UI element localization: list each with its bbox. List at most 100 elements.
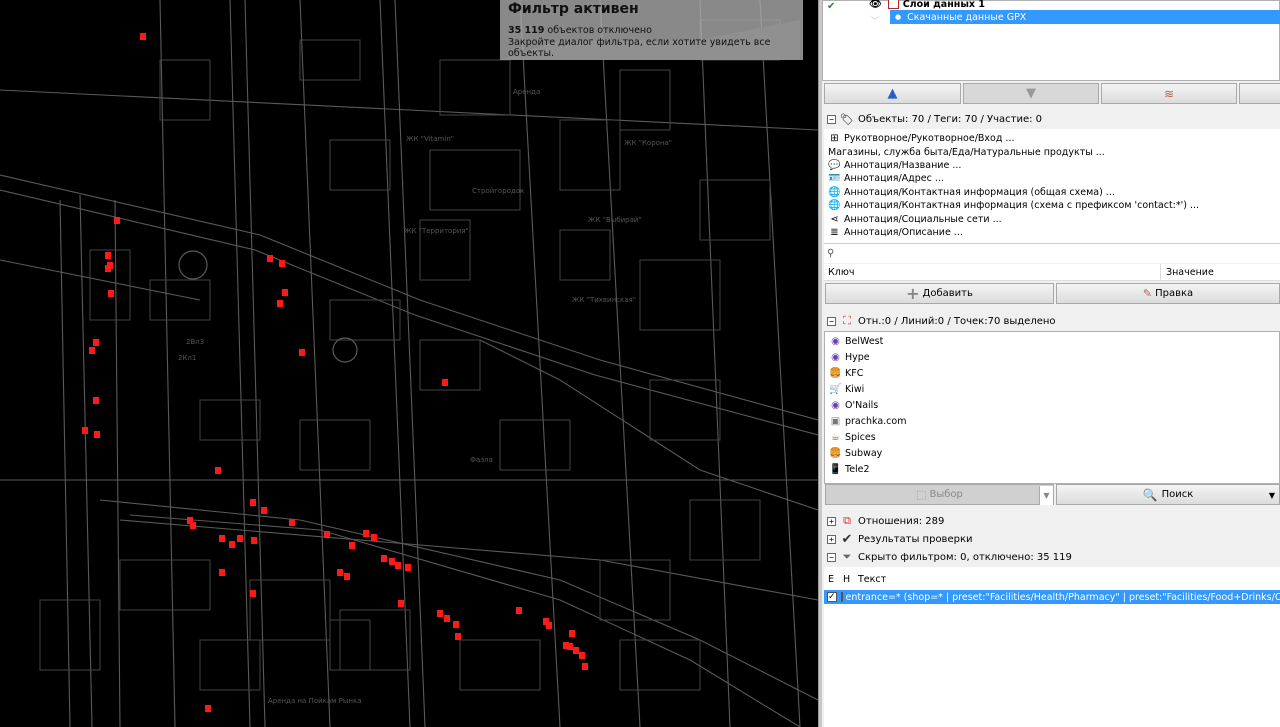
- filters-table: E H Текст ✓ entrance=* (shop=* | preset:…: [824, 567, 1280, 727]
- selection-list-item[interactable]: 📱 Tele2: [825, 461, 1279, 477]
- selected-node-marker: [219, 569, 225, 576]
- filter-hidden-checkbox[interactable]: [840, 592, 843, 602]
- door-icon: ⊞: [830, 133, 839, 145]
- selection-section-header[interactable]: − ⛶ Отн.:0 / Линий:0 / Точек:70 выделено: [822, 312, 1280, 330]
- layer-item-gpx[interactable]: ● Скачанные данные GPX: [890, 10, 1280, 24]
- map-building: [299, 419, 371, 471]
- eye-icon: ◉: [831, 351, 840, 363]
- preset-row[interactable]: ≣ Аннотация/Описание ...: [824, 226, 1280, 239]
- eye-hidden-icon[interactable]: ◡: [871, 11, 879, 21]
- selection-list-item[interactable]: 🍔 KFC: [825, 365, 1279, 381]
- search-button[interactable]: 🔍 Поиск ▼: [1056, 484, 1280, 505]
- preset-label: Аннотация/Название ...: [844, 159, 962, 171]
- selected-node-marker: [277, 300, 283, 307]
- tags-section-header[interactable]: − 🏷 Объекты: 70 / Теги: 70 / Участие: 0: [822, 110, 1280, 128]
- selected-node-marker: [567, 643, 573, 650]
- tag-search-input[interactable]: [838, 248, 1280, 259]
- selection-list-item[interactable]: ▣ prachka.com: [825, 413, 1279, 429]
- expand-icon[interactable]: +: [827, 516, 836, 526]
- filter-disabled-count: 35 119: [508, 25, 545, 36]
- speech-bubble-icon: 💬: [828, 159, 841, 171]
- selected-node-marker: [215, 467, 221, 474]
- map-place-label: ЖК "Выбирай": [588, 216, 642, 224]
- edit-tag-button[interactable]: ✎ Правка: [1056, 283, 1280, 304]
- more-layer-button[interactable]: [1239, 83, 1280, 104]
- validation-section-header[interactable]: + ✔ Результаты проверки: [822, 530, 1280, 548]
- collapse-icon[interactable]: −: [827, 114, 836, 124]
- search-label: Поиск: [1161, 489, 1194, 500]
- selection-item-label: BelWest: [845, 335, 884, 347]
- selected-node-marker: [93, 397, 99, 404]
- tag-search-bar[interactable]: ⚲: [824, 243, 1280, 263]
- col-key[interactable]: Ключ: [828, 267, 854, 278]
- selected-node-marker: [371, 534, 377, 541]
- checkmark-icon: ✔: [827, 1, 836, 12]
- map-building: [199, 639, 261, 691]
- selected-node-marker: [381, 555, 387, 562]
- selection-list-item[interactable]: ◉ BelWest: [825, 333, 1279, 349]
- selection-list-item[interactable]: ◉ Hype: [825, 349, 1279, 365]
- tags-header-text: Объекты: 70 / Теги: 70 / Участие: 0: [858, 113, 1043, 125]
- eye-icon[interactable]: 👁: [869, 0, 882, 10]
- col-hidden[interactable]: H: [843, 574, 850, 585]
- filter-overlay-count-line: 35 119 объектов отключено: [508, 25, 795, 36]
- selection-list-item[interactable]: 🍔 Subway: [825, 445, 1279, 461]
- search-icon: 🔍: [1142, 487, 1158, 502]
- tag-icon: 🏷: [840, 112, 854, 126]
- preset-row[interactable]: 💬 Аннотация/Название ...: [824, 159, 1280, 172]
- relations-section-header[interactable]: + ⧉ Отношения: 289: [822, 512, 1280, 530]
- filter-enabled-checkbox[interactable]: ✓: [827, 592, 837, 602]
- selected-node-marker: [324, 531, 330, 538]
- chevron-down-icon[interactable]: ▼: [1265, 486, 1279, 505]
- validation-header-text: Результаты проверки: [858, 533, 973, 545]
- preset-label: Аннотация/Адрес ...: [844, 173, 944, 185]
- filter-disabled-suffix: объектов отключено: [544, 25, 652, 36]
- select-button[interactable]: ⬚ Выбор ▼: [825, 484, 1054, 505]
- preset-row[interactable]: 🌐 Аннотация/Контактная информация (схема …: [824, 199, 1280, 212]
- add-tag-button[interactable]: + Добавить: [825, 283, 1054, 304]
- col-text[interactable]: Текст: [858, 574, 886, 585]
- collapse-icon[interactable]: −: [827, 316, 836, 326]
- move-up-button[interactable]: ▲: [824, 83, 961, 104]
- preset-row[interactable]: 🌐 Аннотация/Контактная информация (общая …: [824, 186, 1280, 199]
- preset-row[interactable]: 🪪 Аннотация/Адрес ...: [824, 172, 1280, 185]
- layer-item-data[interactable]: 👁 Слои данных 1: [869, 0, 985, 10]
- selection-list-item[interactable]: ☕ Spices: [825, 429, 1279, 445]
- selection-list-item[interactable]: 🛒 Kiwi: [825, 381, 1279, 397]
- plus-icon: +: [906, 284, 920, 303]
- selected-node-marker: [546, 622, 552, 629]
- preset-row[interactable]: Магазины, служба быта/Еда/Натуральные пр…: [824, 145, 1280, 158]
- collapse-icon[interactable]: −: [827, 552, 836, 562]
- filters-section-header[interactable]: − ⏷ Скрыто фильтром: 0, отключено: 35 11…: [822, 548, 1280, 566]
- map-canvas[interactable]: [0, 0, 818, 727]
- selected-node-marker: [282, 289, 288, 296]
- selected-node-marker: [405, 564, 411, 571]
- move-down-button[interactable]: ▼: [963, 83, 1099, 104]
- layers-stack-icon: ≋: [1163, 86, 1175, 101]
- map-building: [119, 559, 211, 611]
- selected-node-marker: [516, 607, 522, 614]
- col-enabled[interactable]: E: [828, 574, 834, 585]
- map-building: [599, 559, 671, 621]
- laundry-icon: ▣: [830, 415, 841, 427]
- map-building: [149, 279, 211, 321]
- selected-node-marker: [573, 647, 579, 654]
- preset-row[interactable]: ⋖ Аннотация/Социальные сети ...: [824, 212, 1280, 225]
- expand-icon[interactable]: +: [827, 534, 836, 544]
- map-view[interactable]: ЖК "Vitamin" ЖК "Корона" Стройгородок ЖК "Т…: [0, 0, 818, 727]
- checkmark-icon: ✔: [841, 531, 853, 547]
- arrow-up-icon: ▲: [887, 86, 898, 101]
- edit-layer-icon: [887, 0, 899, 9]
- eye-icon: ◉: [831, 399, 840, 411]
- col-value[interactable]: Значение: [1166, 267, 1214, 278]
- selected-node-marker: [251, 537, 257, 544]
- activate-layer-button[interactable]: ≋: [1101, 83, 1237, 104]
- filter-row[interactable]: ✓ entrance=* (shop=* | preset:"Facilitie…: [824, 590, 1280, 604]
- selected-node-marker: [395, 562, 401, 569]
- selected-node-marker: [344, 573, 350, 580]
- select-label: Выбор: [929, 489, 963, 500]
- selected-node-marker: [299, 349, 305, 356]
- preset-row[interactable]: ⊞ Рукотворное/Рукотворное/Вход ...: [824, 132, 1280, 145]
- selection-list-item[interactable]: ◉ O'Nails: [825, 397, 1279, 413]
- chevron-down-icon[interactable]: ▼: [1039, 486, 1053, 505]
